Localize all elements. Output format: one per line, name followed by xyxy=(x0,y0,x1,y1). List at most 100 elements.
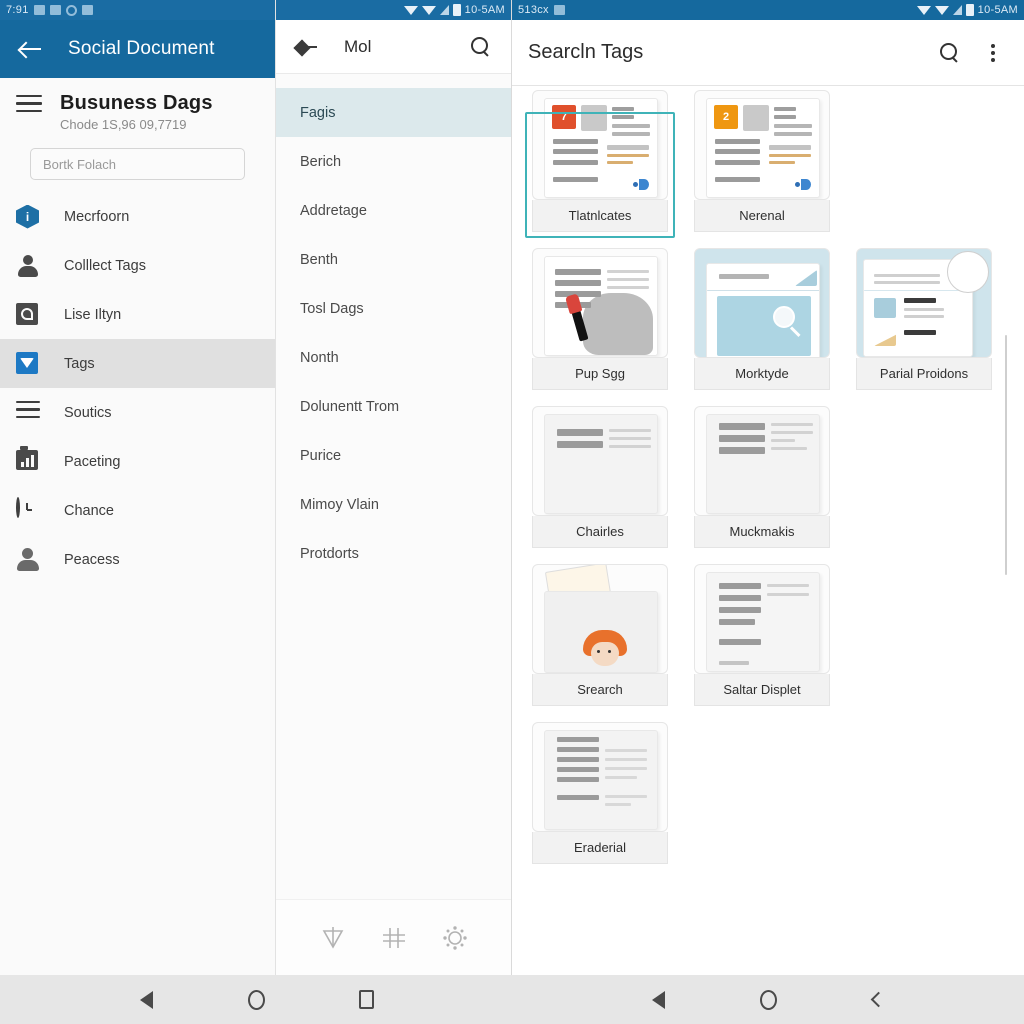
card-eraderial[interactable]: Eraderial xyxy=(532,722,668,864)
filter-triangle-icon[interactable] xyxy=(318,923,348,953)
card-label: Chairles xyxy=(532,516,668,548)
card-muckmakis[interactable]: Muckmakis xyxy=(694,406,830,548)
vertical-scrollbar[interactable] xyxy=(1005,335,1007,575)
android-navbar-left xyxy=(0,975,512,1024)
middle-status-bar: 10-5AM xyxy=(276,0,511,20)
sidebar-item-collect-tags[interactable]: Colllect Tags xyxy=(0,241,275,290)
sync-icon xyxy=(65,4,77,16)
card-thumbnail xyxy=(532,722,668,832)
settings-sun-icon[interactable] xyxy=(440,923,470,953)
status-time: 10-5AM xyxy=(977,4,1018,16)
signal-icon xyxy=(421,5,436,15)
sidebar-item-label: Chance xyxy=(64,502,114,519)
person-icon xyxy=(16,254,40,278)
card-tlatnlcates[interactable]: 7 Tlatnlcates xyxy=(525,90,675,238)
card-label: Saltar Displet xyxy=(694,674,830,706)
action-icon xyxy=(795,179,811,190)
badge: 7 xyxy=(552,105,576,129)
sidebar-item-soutics[interactable]: Soutics xyxy=(0,388,275,437)
android-navbar-right xyxy=(512,975,1024,1024)
document-plain-icon xyxy=(544,414,658,514)
search-placeholder: Bortk Folach xyxy=(43,156,116,172)
search-button[interactable] xyxy=(934,38,964,68)
nav-chevron-back-icon xyxy=(870,991,886,1008)
sidebar-item-mecrfoorn[interactable]: i Mecrfoorn xyxy=(0,192,275,241)
back-arrow-icon xyxy=(20,41,42,57)
list-item[interactable]: Tosl Dags xyxy=(276,284,511,333)
card-row: Chairles Muckmakis xyxy=(532,406,1004,548)
tag-card-grid: 7 Tlatnlcates 2 Nerenal Pup Sgg Morktyde… xyxy=(512,78,1024,975)
card-morktyde[interactable]: Morktyde xyxy=(694,248,830,390)
list-item[interactable]: Fagis xyxy=(276,88,511,137)
card-label: Muckmakis xyxy=(694,516,830,548)
list-item[interactable]: Berich xyxy=(276,137,511,186)
action-icon xyxy=(633,179,649,190)
hamburger-menu-icon[interactable] xyxy=(16,94,42,113)
sidebar-item-chance[interactable]: Chance xyxy=(0,486,275,535)
sidebar-item-peacess[interactable]: Peacess xyxy=(0,535,275,584)
document-preview-icon: 2 xyxy=(706,98,820,198)
nav-chevron-back-button[interactable] xyxy=(823,991,933,1008)
card-thumbnail xyxy=(694,564,830,674)
left-status-left: 7:91 xyxy=(6,4,269,16)
sidebar-item-lise-iltyn[interactable]: Lise Iltyn xyxy=(0,290,275,339)
card-chairles[interactable]: Chairles xyxy=(532,406,668,548)
more-options-button[interactable] xyxy=(978,38,1008,68)
list-item[interactable]: Nonth xyxy=(276,333,511,382)
nav-home-button[interactable] xyxy=(713,989,823,1010)
card-thumbnail: 7 xyxy=(532,90,668,200)
nav-back-button[interactable] xyxy=(603,990,713,1009)
card-pup-sgg[interactable]: Pup Sgg xyxy=(532,248,668,390)
sidebar-item-tags[interactable]: Tags xyxy=(0,339,275,388)
app-icon xyxy=(553,5,565,15)
card-parial-proidons[interactable]: Parial Proidons xyxy=(856,248,992,390)
document-plain-icon xyxy=(706,414,820,514)
card-saltar-displet[interactable]: Saltar Displet xyxy=(694,564,830,706)
card-nerenal[interactable]: 2 Nerenal xyxy=(694,90,830,232)
back-arrow-icon xyxy=(296,39,318,55)
card-row: Pup Sgg Morktyde Parial Proidons xyxy=(532,248,1004,390)
sidebar-item-label: Mecrfoorn xyxy=(64,208,130,225)
middle-toolbar xyxy=(276,899,511,975)
list-item[interactable]: Purice xyxy=(276,431,511,480)
back-button[interactable] xyxy=(16,34,46,64)
app-screen: 7:91 Social Document Busuness Dags Chode… xyxy=(0,0,1024,1024)
back-button[interactable] xyxy=(292,32,322,62)
status-label: 513cx xyxy=(518,4,549,16)
card-srearch[interactable]: Srearch xyxy=(532,564,668,706)
search-button[interactable] xyxy=(465,32,495,62)
list-item[interactable]: Protdorts xyxy=(276,529,511,578)
nav-recents-button[interactable] xyxy=(311,990,421,1009)
nav-back-icon xyxy=(139,990,153,1009)
battery-icon xyxy=(452,4,461,16)
grid-hash-icon[interactable] xyxy=(379,923,409,953)
middle-app-bar: Mol xyxy=(276,20,511,74)
list-item[interactable]: Mimoy Vlain xyxy=(276,480,511,529)
card-row: Eraderial xyxy=(532,722,1004,864)
kebab-menu-icon xyxy=(991,43,995,62)
bars-icon xyxy=(952,5,962,15)
left-header: Busuness Dags Chode 1S,96 09,7719 Bortk … xyxy=(0,78,275,180)
list-item[interactable]: Benth xyxy=(276,235,511,284)
right-pane: 513cx 10-5AM Searcln Tags 7 Tlatnlcates … xyxy=(512,0,1024,1024)
search-input[interactable]: Bortk Folach xyxy=(30,148,245,180)
right-status-bar: 513cx 10-5AM xyxy=(512,0,1024,20)
sidebar-item-paceting[interactable]: Paceting xyxy=(0,437,275,486)
twitter-bird-icon xyxy=(16,351,40,376)
list-item[interactable]: Addretage xyxy=(276,186,511,235)
card-row: 7 Tlatnlcates 2 Nerenal xyxy=(525,90,1004,238)
card-thumbnail xyxy=(694,248,830,358)
list-item[interactable]: Dolunentt Trom xyxy=(276,382,511,431)
status-time: 10-5AM xyxy=(464,4,505,16)
nav-home-button[interactable] xyxy=(201,989,311,1010)
middle-pane: 10-5AM Mol Fagis Berich Addretage Benth … xyxy=(275,0,512,1024)
right-app-bar: Searcln Tags xyxy=(512,20,1024,86)
sidebar-item-label: Soutics xyxy=(64,404,112,421)
wifi-icon xyxy=(916,5,931,15)
nav-back-button[interactable] xyxy=(91,990,201,1009)
app-icon xyxy=(81,5,93,15)
nav-recents-icon xyxy=(358,990,374,1009)
lens-icon xyxy=(947,251,989,293)
document-horse-icon xyxy=(544,256,658,356)
card-thumbnail: 2 xyxy=(694,90,830,200)
